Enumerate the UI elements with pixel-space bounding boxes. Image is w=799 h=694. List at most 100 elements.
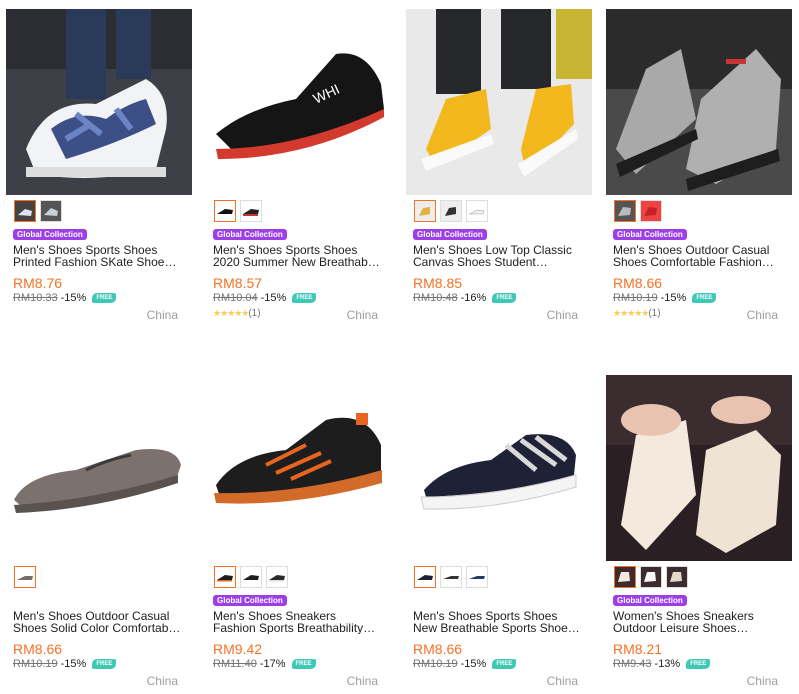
original-price: RM10.33 [13, 292, 58, 304]
discount-percent: -13% [654, 658, 681, 670]
product-card[interactable]: Global Collection Women's Shoes Sneakers… [606, 375, 794, 693]
product-price: RM8.21 [613, 641, 663, 657]
variant-thumbs [414, 566, 488, 588]
free-shipping-icon: FREE [92, 293, 117, 303]
product-card[interactable]: Global Collection Men's Shoes Sports Sho… [6, 9, 194, 329]
product-title[interactable]: Men's Shoes Low Top Classic Canvas Shoes… [413, 244, 581, 268]
original-price: RM9.43 [613, 658, 652, 670]
discount-row: RM10.19 -15% FREE [13, 658, 117, 670]
variant-thumbs [214, 566, 288, 588]
free-shipping-icon: FREE [92, 659, 117, 669]
original-price: RM11.40 [213, 658, 257, 670]
variant-thumb[interactable] [40, 200, 62, 222]
original-price: RM10.04 [213, 292, 258, 304]
product-image[interactable] [206, 375, 392, 561]
product-card[interactable]: Global Collection Men's Shoes Outdoor Ca… [606, 9, 794, 329]
free-shipping-icon: FREE [291, 659, 316, 669]
discount-percent: -15% [60, 658, 87, 670]
discount-percent: -15% [660, 292, 687, 304]
product-title[interactable]: Men's Shoes Sneakers Fashion Sports Brea… [213, 610, 381, 634]
variant-thumb[interactable] [414, 200, 436, 222]
rating-count: (1) [248, 308, 261, 319]
star-rating-icon: ★★★★★ [613, 308, 649, 318]
product-location: China [146, 308, 178, 322]
variant-thumbs [614, 200, 662, 222]
product-location: China [746, 674, 778, 688]
global-collection-badge: Global Collection [13, 229, 87, 240]
product-price: RM8.57 [213, 275, 263, 291]
free-shipping-icon: FREE [686, 659, 711, 669]
product-price: RM9.42 [213, 641, 263, 657]
variant-thumb[interactable] [466, 200, 488, 222]
variant-thumb[interactable] [214, 566, 236, 588]
variant-thumb[interactable] [440, 200, 462, 222]
product-image[interactable]: WHI [206, 9, 392, 195]
product-price: RM8.85 [413, 275, 463, 291]
product-image[interactable] [6, 9, 192, 195]
variant-thumb[interactable] [666, 566, 688, 588]
global-collection-badge: Global Collection [213, 595, 287, 606]
rating: ★★★★★(1) [213, 308, 261, 319]
product-location: China [546, 308, 578, 322]
variant-thumb[interactable] [240, 200, 262, 222]
product-price: RM8.66 [613, 275, 663, 291]
variant-thumb[interactable] [414, 566, 436, 588]
variant-thumbs [414, 200, 488, 222]
discount-percent: -15% [460, 658, 487, 670]
global-collection-badge: Global Collection [213, 229, 287, 240]
original-price: RM10.19 [13, 658, 58, 670]
free-shipping-icon: FREE [292, 293, 317, 303]
product-title[interactable]: Women's Shoes Sneakers Outdoor Leisure S… [613, 610, 781, 634]
original-price: RM10.48 [413, 292, 458, 304]
product-image[interactable] [606, 9, 792, 195]
free-shipping-icon: FREE [492, 293, 517, 303]
variant-thumb[interactable] [466, 566, 488, 588]
product-title[interactable]: Men's Shoes Outdoor Casual Shoes Solid C… [13, 610, 181, 634]
variant-thumb[interactable] [14, 566, 36, 588]
product-title[interactable]: Men's Shoes Outdoor Casual Shoes Comfort… [613, 244, 781, 268]
variant-thumb[interactable] [240, 566, 262, 588]
product-title[interactable]: Men's Shoes Sports Shoes Printed Fashion… [13, 244, 181, 268]
product-card[interactable]: Global Collection Men's Shoes Low Top Cl… [406, 9, 594, 329]
discount-percent: -17% [259, 658, 286, 670]
product-price: RM8.76 [13, 275, 63, 291]
free-shipping-icon: FREE [692, 293, 717, 303]
variant-thumb[interactable] [14, 200, 36, 222]
product-card[interactable]: WHI Global Collection Men's Shoes Sports… [206, 9, 394, 329]
discount-row: RM10.33 -15% FREE [13, 292, 117, 304]
variant-thumbs [614, 566, 688, 588]
product-location: China [346, 308, 378, 322]
product-location: China [346, 674, 378, 688]
product-location: China [746, 308, 778, 322]
product-location: China [146, 674, 178, 688]
variant-thumb[interactable] [640, 566, 662, 588]
discount-row: RM10.48 -16% FREE [413, 292, 517, 304]
product-image[interactable] [406, 9, 592, 195]
product-image[interactable] [606, 375, 792, 561]
product-card[interactable]: Men's Shoes Outdoor Casual Shoes Solid C… [6, 375, 194, 693]
star-rating-icon: ★★★★★ [213, 308, 249, 318]
variant-thumb[interactable] [266, 566, 288, 588]
variant-thumbs [14, 566, 36, 588]
rating-count: (1) [648, 308, 661, 319]
variant-thumbs [214, 200, 262, 222]
product-title[interactable]: Men's Shoes Sports Shoes New Breathable … [413, 610, 581, 634]
product-image[interactable] [6, 375, 192, 561]
variant-thumb[interactable] [440, 566, 462, 588]
variant-thumbs [14, 200, 62, 222]
variant-thumb[interactable] [214, 200, 236, 222]
variant-thumb[interactable] [614, 200, 636, 222]
variant-thumb[interactable] [614, 566, 636, 588]
global-collection-badge: Global Collection [613, 229, 687, 240]
product-price: RM8.66 [13, 641, 63, 657]
discount-percent: -16% [460, 292, 487, 304]
discount-row: RM10.19 -15% FREE [413, 658, 517, 670]
product-image[interactable] [406, 375, 592, 561]
product-title[interactable]: Men's Shoes Sports Shoes 2020 Summer New… [213, 244, 381, 268]
discount-row: RM9.43 -13% FREE [613, 658, 711, 670]
free-shipping-icon: FREE [492, 659, 517, 669]
discount-percent: -15% [60, 292, 87, 304]
variant-thumb[interactable] [640, 200, 662, 222]
product-card[interactable]: Global Collection Men's Shoes Sneakers F… [206, 375, 394, 693]
product-card[interactable]: Men's Shoes Sports Shoes New Breathable … [406, 375, 594, 693]
